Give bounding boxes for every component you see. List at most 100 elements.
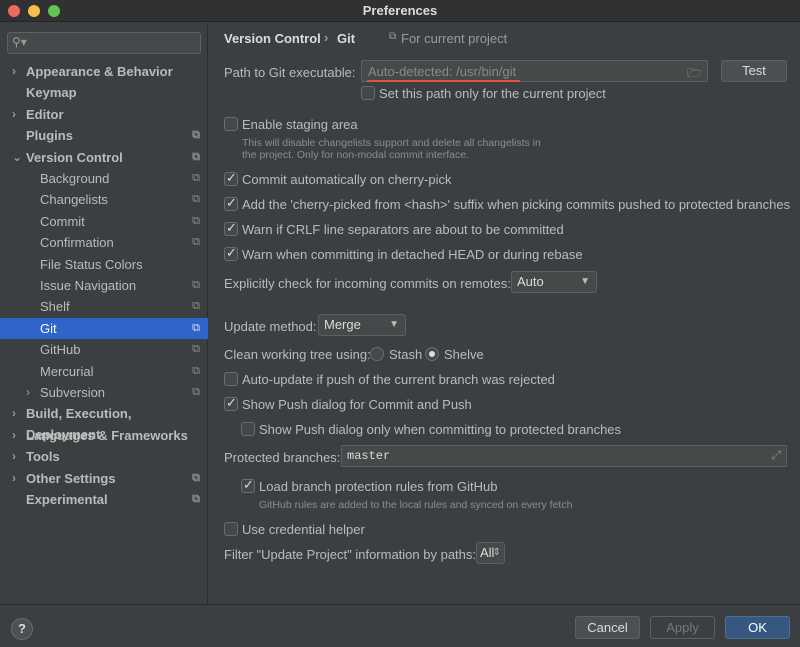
sidebar-item-languages-frameworks[interactable]: › Languages & Frameworks [0, 425, 208, 446]
sidebar-item-changelists[interactable]: Changelists ⧉ [0, 189, 208, 210]
sidebar-item-experimental[interactable]: Experimental ⧉ [0, 489, 208, 510]
apply-button[interactable]: Apply [650, 616, 715, 639]
sidebar-item-editor[interactable]: › Editor [0, 104, 208, 125]
breadcrumb-separator: › [324, 30, 329, 45]
sidebar-item-git[interactable]: Git ⧉ [0, 317, 208, 339]
update-method-select[interactable]: Merge ▼ [318, 314, 406, 336]
protected-branches-input[interactable]: master ⤢ [341, 445, 787, 467]
sidebar-item-file-status-colors[interactable]: File Status Colors [0, 254, 208, 275]
copy-icon: ⧉ [192, 129, 200, 142]
chevron-right-icon[interactable]: › [12, 104, 16, 125]
sidebar-item-confirmation[interactable]: Confirmation ⧉ [0, 232, 208, 253]
sidebar-item-commit[interactable]: Commit ⧉ [0, 211, 208, 232]
show-push-protected-checkbox[interactable] [241, 422, 255, 436]
protected-branches-label: Protected branches: [224, 450, 341, 465]
credential-helper-checkbox[interactable] [224, 522, 238, 536]
filter-select[interactable]: All ⇕ [476, 542, 505, 564]
set-path-only-label: Set this path only for the current proje… [379, 86, 606, 101]
sidebar-item-background[interactable]: Background ⧉ [0, 168, 208, 189]
load-rules-checkbox[interactable] [241, 477, 255, 493]
staging-note-2: the project. Only for non-modal commit i… [242, 149, 470, 161]
detached-head-checkbox[interactable] [224, 245, 238, 261]
shelve-radio[interactable] [425, 347, 439, 361]
stash-label: Stash [389, 347, 423, 362]
chevron-right-icon[interactable]: › [12, 425, 16, 446]
chevron-right-icon[interactable]: › [12, 446, 16, 467]
git-path-placeholder: Auto-detected: /usr/bin/git [368, 64, 517, 79]
chevron-right-icon[interactable]: › [26, 382, 30, 403]
search-icon: ⚲▾ [12, 35, 27, 49]
window-title: Preferences [362, 3, 438, 18]
suffix-label: Add the 'cherry-picked from <hash>' suff… [242, 197, 791, 212]
copy-icon: ⧉ [192, 300, 200, 313]
staging-checkbox[interactable] [224, 117, 238, 131]
chevron-right-icon[interactable]: › [12, 403, 16, 424]
sidebar-item-issue-navigation[interactable]: Issue Navigation ⧉ [0, 275, 208, 296]
show-push-checkbox[interactable] [224, 395, 238, 411]
copy-icon: ⧉ [389, 31, 397, 42]
copy-icon: ⧉ [192, 321, 200, 334]
incoming-select[interactable]: Auto ▼ [511, 271, 597, 293]
crlf-checkbox[interactable] [224, 220, 238, 236]
cherry-pick-checkbox[interactable] [224, 170, 238, 186]
crlf-label: Warn if CRLF line separators are about t… [242, 222, 564, 237]
credential-helper-label: Use credential helper [242, 522, 365, 537]
sidebar-item-other-settings[interactable]: › Other Settings ⧉ [0, 468, 208, 489]
sidebar-item-label: Shelf [40, 299, 70, 315]
copy-icon: ⧉ [192, 150, 200, 163]
chevron-updown-icon: ⇕ [492, 547, 501, 558]
incoming-label: Explicitly check for incoming commits on… [224, 276, 511, 291]
auto-update-checkbox[interactable] [224, 372, 238, 386]
breadcrumb-parent[interactable]: Version Control [224, 31, 321, 46]
sidebar-item-label: Editor [26, 106, 64, 122]
set-path-only-checkbox[interactable] [361, 86, 375, 100]
sidebar-item-keymap[interactable]: Keymap [0, 82, 208, 103]
copy-icon: ⧉ [192, 193, 200, 206]
sidebar-item-label: Issue Navigation [40, 278, 137, 293]
chevron-down-icon: ▼ [580, 276, 590, 287]
error-underline [367, 80, 520, 82]
ok-button[interactable]: OK [725, 616, 790, 639]
copy-icon: ⧉ [192, 172, 200, 184]
sidebar-item-label: Experimental [26, 492, 108, 507]
search-input[interactable]: ⚲▾ [7, 32, 201, 54]
load-rules-label: Load branch protection rules from GitHub [259, 479, 498, 494]
chevron-down-icon[interactable]: ⌄ [12, 147, 22, 168]
protected-branches-value: master [347, 449, 391, 463]
copy-icon: ⧉ [192, 386, 200, 398]
folder-icon[interactable]: 🗁 [687, 64, 702, 85]
copy-icon: ⧉ [192, 236, 200, 249]
sidebar-item-appearance-behavior[interactable]: › Appearance & Behavior [0, 61, 208, 82]
auto-update-label: Auto-update if push of the current branc… [242, 372, 555, 387]
sidebar-item-label: Mercurial [40, 363, 94, 379]
help-button[interactable]: ? [11, 618, 33, 640]
sidebar-item-label: File Status Colors [40, 256, 143, 272]
copy-icon: ⧉ [192, 364, 200, 377]
sidebar-item-shelf[interactable]: Shelf ⧉ [0, 296, 208, 317]
sidebar-item-tools[interactable]: › Tools [0, 446, 208, 467]
chevron-right-icon[interactable]: › [12, 468, 16, 489]
sidebar-item-label: Languages & Frameworks [26, 427, 188, 443]
sidebar-item-github[interactable]: GitHub ⧉ [0, 339, 208, 360]
suffix-checkbox[interactable] [224, 195, 238, 211]
sidebar-item-subversion[interactable]: › Subversion ⧉ [0, 382, 208, 403]
expand-icon[interactable]: ⤢ [771, 448, 781, 463]
sidebar-item-label: Plugins [26, 128, 73, 144]
sidebar-item-label: Confirmation [40, 235, 114, 251]
copy-icon: ⧉ [192, 493, 200, 505]
sidebar-item-mercurial[interactable]: Mercurial ⧉ [0, 361, 208, 382]
stash-radio[interactable] [370, 347, 384, 361]
sidebar-item-plugins[interactable]: Plugins ⧉ [0, 125, 208, 146]
sidebar-item-label: Appearance & Behavior [26, 64, 173, 79]
update-method-label: Update method: [224, 319, 317, 334]
git-path-input[interactable]: Auto-detected: /usr/bin/git 🗁 [361, 60, 708, 82]
scope-label: For current project [401, 31, 508, 46]
cancel-button[interactable]: Cancel [575, 616, 640, 639]
sidebar-item-version-control[interactable]: ⌄ Version Control ⧉ [0, 147, 208, 168]
copy-icon: ⧉ [192, 343, 200, 356]
breadcrumb-current: Git [337, 31, 356, 46]
chevron-right-icon[interactable]: › [12, 61, 16, 82]
sidebar-item-build-execution-deployment[interactable]: › Build, Execution, Deployment [0, 403, 208, 442]
test-button[interactable]: Test [721, 60, 787, 82]
update-method-value: Merge [324, 317, 361, 332]
